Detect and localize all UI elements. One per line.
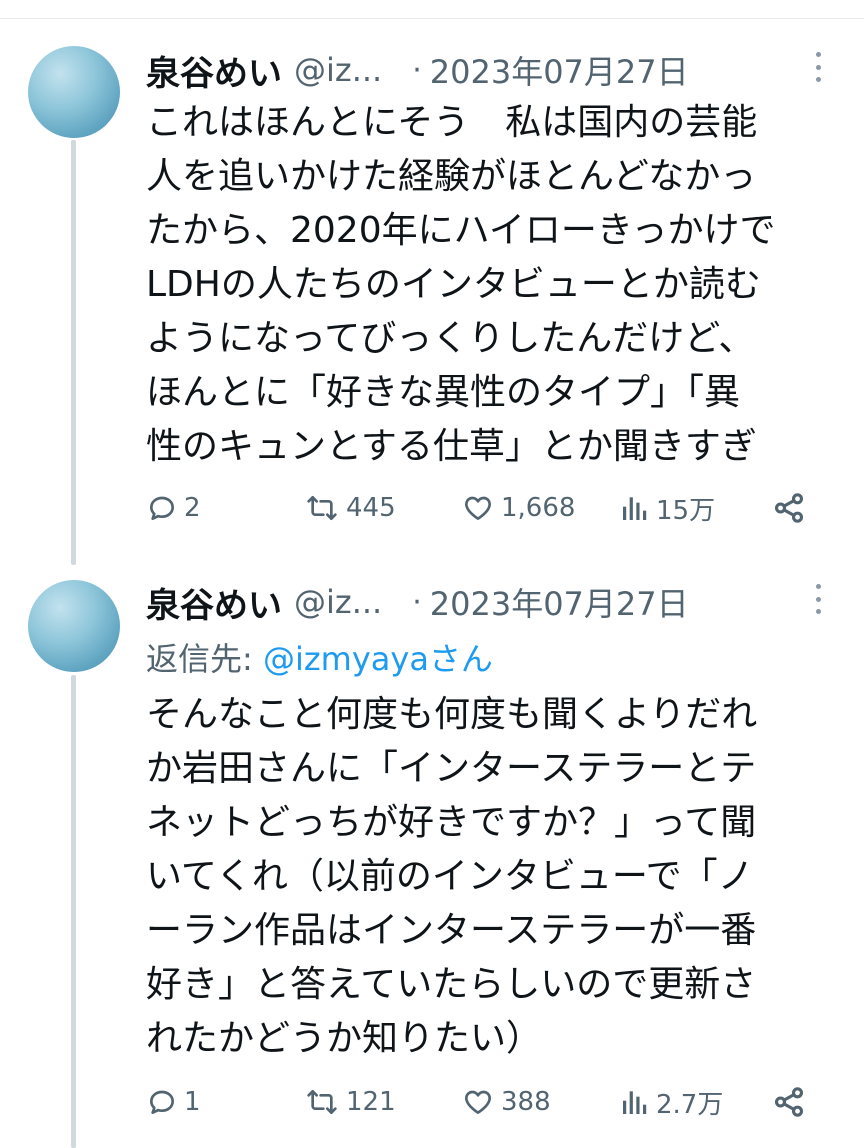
tweet-text-line: ーラン作品はインターステラーが一番	[146, 910, 757, 951]
tweet-header: 泉谷めい @iz... · 2023年07月27日	[146, 578, 689, 626]
share-icon	[774, 493, 804, 523]
tweet-text-line: 好き」と答えていたらしいので更新さ	[146, 964, 757, 1005]
reply-count: 2	[184, 493, 201, 523]
thread-line	[71, 675, 76, 1148]
avatar[interactable]	[28, 580, 120, 672]
tweet-text-line: たから、2020年にハイローきっかけで	[146, 210, 776, 251]
author-handle[interactable]: @iz...	[294, 51, 382, 89]
tweet-actions: 2 445 1,668 15万	[146, 486, 846, 530]
tweet-date[interactable]: 2023年07月27日	[430, 579, 689, 625]
retweet-icon	[307, 496, 337, 520]
tweet-text-line: 人を追いかけた経験がほとんどなかっ	[146, 156, 757, 197]
like-icon	[465, 496, 491, 520]
reply-label: 返信先:	[146, 640, 263, 678]
reply-button[interactable]: 1	[146, 1080, 201, 1124]
tweet-text: そんなこと何度も何度も聞くよりだれ か岩田さんに「インターステラーとテ ネットど…	[146, 688, 846, 1066]
retweet-count: 121	[346, 1087, 396, 1117]
views-count: 15万	[656, 495, 716, 526]
views-icon	[623, 497, 647, 520]
separator-dot: ·	[412, 584, 422, 620]
share-button[interactable]	[772, 1080, 806, 1124]
tweet-text-line: いてくれ（以前のインタビューで「ノ	[146, 856, 754, 897]
tweet-text-line: 性のキュンとする仕草」とか聞きすぎ	[146, 426, 757, 467]
reply-icon	[150, 1090, 174, 1114]
tweet-actions: 1 121 388 2.7万	[146, 1080, 846, 1124]
separator-dot: ·	[412, 52, 422, 88]
author-name[interactable]: 泉谷めい	[146, 578, 282, 627]
tweet-date[interactable]: 2023年07月27日	[430, 47, 689, 93]
retweet-count: 445	[346, 493, 396, 523]
like-count: 1,668	[501, 493, 576, 523]
reply-suffix: さん	[428, 640, 493, 678]
views-count: 2.7万	[656, 1089, 724, 1120]
tweet-text-line: LDHの人たちのインタビューとか読む	[146, 264, 761, 305]
tweet-text: これはほんとにそう 私は国内の芸能 人を追いかけた経験がほとんどなかっ たから、…	[146, 96, 846, 474]
tweet-text-line: ネットどっちが好きですか？」って聞	[146, 802, 757, 843]
retweet-button[interactable]: 121	[304, 1080, 396, 1124]
top-divider	[0, 18, 864, 19]
more-icon[interactable]	[812, 584, 824, 614]
tweet-text-line: れたかどうか知りたい）	[146, 1018, 543, 1059]
reply-icon	[150, 496, 174, 520]
share-button[interactable]	[772, 486, 806, 530]
tweet-text-line: ほんとに「好きな異性のタイプ」「異	[146, 372, 741, 413]
thread-line	[71, 140, 76, 565]
tweet-text-line: これはほんとにそう 私は国内の芸能	[146, 102, 758, 143]
reply-button[interactable]: 2	[146, 486, 201, 530]
views-button[interactable]: 15万	[620, 486, 715, 530]
views-button[interactable]: 2.7万	[620, 1080, 723, 1124]
author-name[interactable]: 泉谷めい	[146, 46, 282, 95]
views-icon	[623, 1091, 647, 1114]
tweet-text-line: か岩田さんに「インターステラーとテ	[146, 748, 757, 789]
like-icon	[465, 1090, 491, 1114]
tweet-text-line: ようになってびっくりしたんだけど、	[146, 318, 755, 359]
tweet-text-line: そんなこと何度も何度も聞くよりだれ	[146, 694, 758, 735]
tweet-header: 泉谷めい @iz... · 2023年07月27日	[146, 46, 689, 94]
reply-context: 返信先: @izmyayaさん	[146, 634, 493, 680]
more-icon[interactable]	[812, 52, 824, 82]
reply-count: 1	[184, 1087, 201, 1117]
retweet-button[interactable]: 445	[304, 486, 396, 530]
share-icon	[774, 1087, 804, 1117]
reply-mention-link[interactable]: @izmyaya	[263, 640, 429, 678]
like-button[interactable]: 388	[461, 1080, 551, 1124]
retweet-icon	[307, 1090, 337, 1114]
author-handle[interactable]: @iz...	[294, 583, 382, 621]
avatar[interactable]	[28, 46, 120, 138]
like-count: 388	[501, 1087, 551, 1117]
like-button[interactable]: 1,668	[461, 486, 575, 530]
